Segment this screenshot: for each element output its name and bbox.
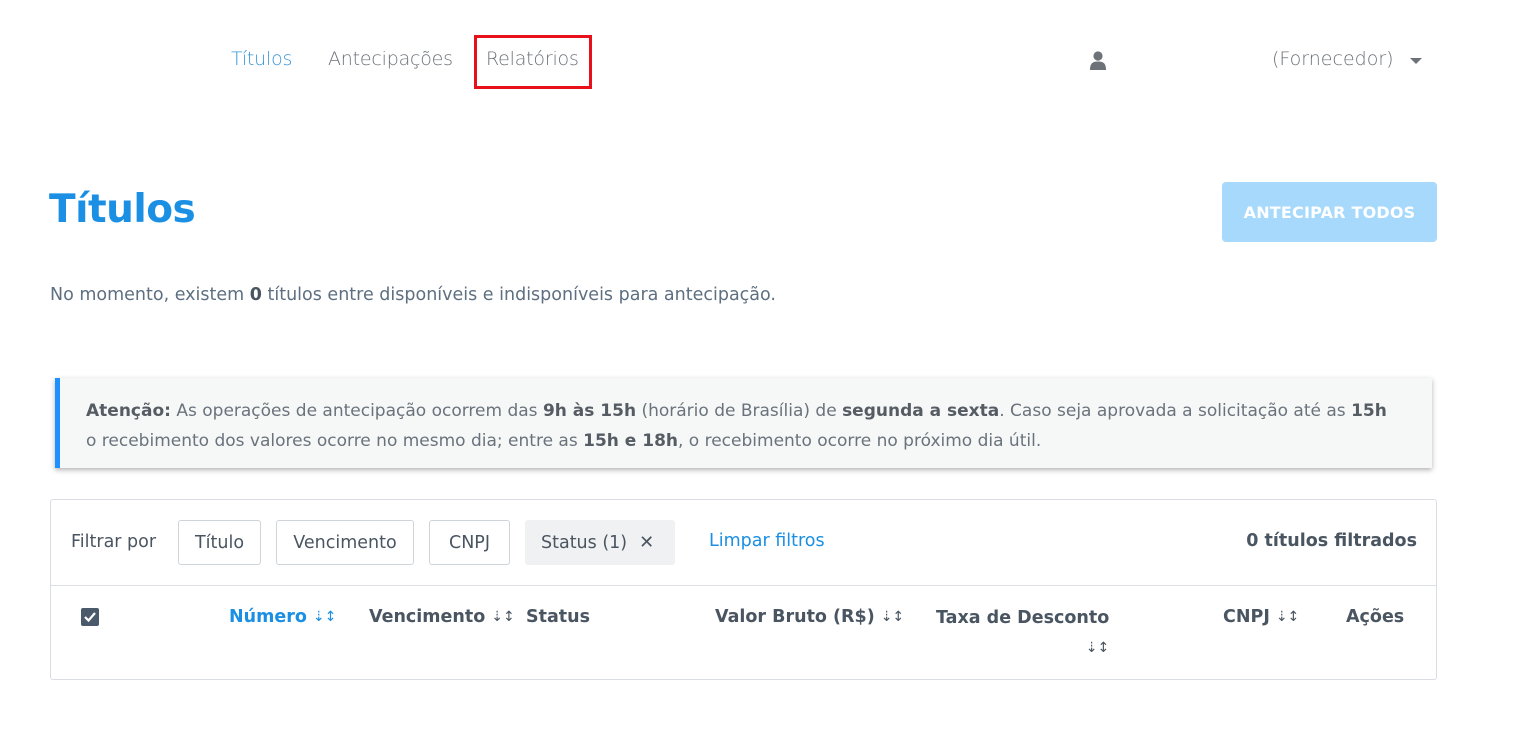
sort-icon[interactable]: ⇣↕ <box>491 609 514 625</box>
column-cnpj[interactable]: CNPJ ⇣↕ <box>1223 607 1299 627</box>
attention-alert: Atenção: As operações de antecipação oco… <box>55 378 1432 468</box>
user-icon[interactable] <box>1089 51 1107 71</box>
column-vencimento[interactable]: Vencimento ⇣↕ <box>369 607 515 627</box>
anticipate-all-button[interactable]: ANTECIPAR TODOS <box>1222 182 1437 242</box>
sort-icon[interactable]: ⇣↕ <box>881 609 904 625</box>
filtered-count: 0 títulos filtrados <box>1246 531 1417 551</box>
titles-count: 0 <box>249 285 262 305</box>
status-filter-label: Status (1) <box>541 532 628 553</box>
nav-antecipacoes[interactable]: Antecipações <box>328 48 453 70</box>
filter-label: Filtrar por <box>71 532 157 552</box>
filter-titulo-button[interactable]: Título <box>178 520 261 565</box>
close-icon[interactable]: ✕ <box>639 532 654 553</box>
sort-icon[interactable]: ⇣↕ <box>1276 609 1299 625</box>
titles-summary: No momento, existem 0 títulos entre disp… <box>50 285 776 305</box>
column-valor-bruto[interactable]: Valor Bruto (R$) ⇣↕ <box>715 607 904 627</box>
page-title: Títulos <box>49 187 196 232</box>
user-role[interactable]: (Fornecedor) <box>1272 48 1394 70</box>
nav-titulos[interactable]: Títulos <box>231 48 292 70</box>
titles-table-card: Filtrar por Título Vencimento CNPJ Statu… <box>50 499 1437 680</box>
column-status: Status <box>526 607 591 627</box>
filter-cnpj-button[interactable]: CNPJ <box>429 520 510 565</box>
highlight-annotation <box>474 35 592 89</box>
status-filter-chip[interactable]: Status (1) ✕ <box>525 520 675 565</box>
divider <box>51 585 1436 586</box>
clear-filters-link[interactable]: Limpar filtros <box>709 531 825 551</box>
sort-icon[interactable]: ⇣↕ <box>1086 633 1109 663</box>
column-numero[interactable]: Número ⇣↕ <box>229 607 336 627</box>
column-taxa-desconto[interactable]: Taxa de Desconto ⇣↕ <box>936 603 1109 663</box>
filter-vencimento-button[interactable]: Vencimento <box>276 520 414 565</box>
sort-icon[interactable]: ⇣↕ <box>313 609 336 625</box>
column-acoes: Ações <box>1346 607 1405 627</box>
check-icon <box>84 612 96 623</box>
caret-down-icon[interactable] <box>1410 58 1422 64</box>
select-all-checkbox[interactable] <box>81 608 99 626</box>
